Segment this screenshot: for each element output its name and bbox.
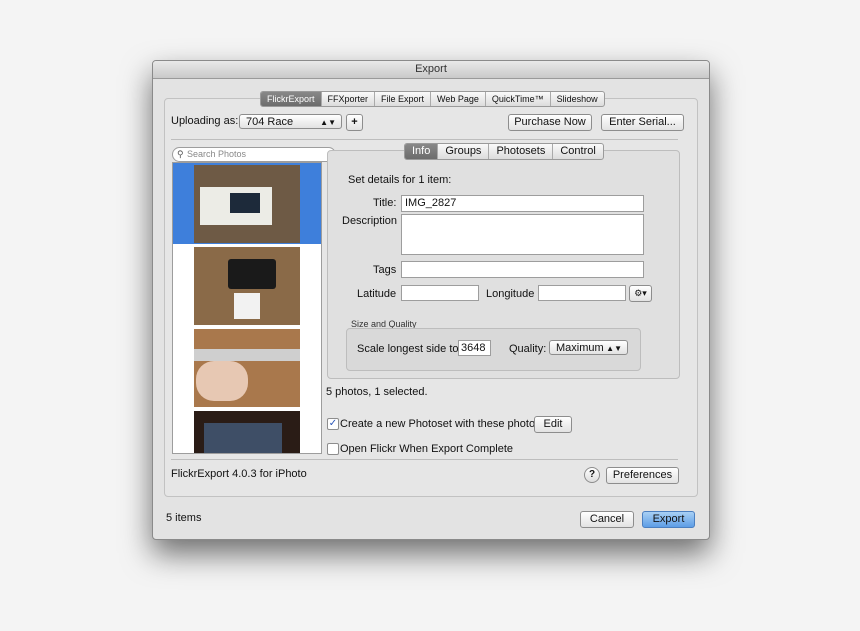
longitude-field[interactable] [538,285,626,301]
hand-image [196,361,248,401]
uploading-as-label: Uploading as: [171,115,239,127]
tablet-image [228,259,276,289]
scale-label: Scale longest side to: [357,343,462,355]
photo-item[interactable] [173,245,321,326]
location-action-button[interactable]: ⚙▾ [629,285,652,302]
popup-arrows-icon: ▲▼ [320,118,336,127]
set-details-heading: Set details for 1 item: [348,174,452,186]
search-icon: ⚲ [177,149,184,159]
popup-arrows-icon: ▲▼ [606,344,622,353]
items-count: 5 items [166,512,202,524]
search-placeholder: Search Photos [187,149,247,159]
tab-flickrexport[interactable]: FlickrExport [261,92,322,106]
edit-photoset-button[interactable]: Edit [534,416,572,433]
tab-web-page[interactable]: Web Page [431,92,486,106]
photo-thumbnail [194,165,300,243]
photo-thumbnail [194,411,300,453]
title-label: Title: [373,197,397,209]
create-photoset-label: Create a new Photoset with these photos [340,418,541,430]
photo-thumbnail [194,329,300,407]
description-label: Description [342,215,398,227]
tab-photosets[interactable]: Photosets [489,144,554,159]
version-label: FlickrExport 4.0.3 for iPhoto [171,468,307,480]
quality-popup[interactable]: Maximum ▲▼ [549,340,628,355]
tab-file-export[interactable]: File Export [375,92,432,106]
help-button[interactable]: ? [584,467,600,483]
selection-status: 5 photos, 1 selected. [326,386,428,398]
photo-item[interactable] [173,327,321,408]
info-tab-bar: Info Groups Photosets Control [404,143,604,160]
purchase-now-button[interactable]: Purchase Now [508,114,592,131]
open-flickr-label: Open Flickr When Export Complete [340,443,514,455]
quality-value: Maximum [556,342,604,354]
account-popup[interactable]: 704 Race ▲▼ [239,114,342,129]
add-account-button[interactable]: + [346,114,363,131]
photo-thumbnail [194,247,300,325]
tab-info[interactable]: Info [405,144,439,159]
header-divider [171,139,678,140]
title-field[interactable]: IMG_2827 [401,195,644,212]
tab-quicktime[interactable]: QuickTime™ [486,92,551,106]
tab-control[interactable]: Control [553,144,602,159]
cancel-button[interactable]: Cancel [580,511,634,528]
gear-icon: ⚙▾ [634,288,647,298]
photo-list[interactable] [172,162,322,454]
card-image [234,293,260,319]
account-value: 704 Race [246,116,294,128]
tab-slideshow[interactable]: Slideshow [551,92,604,106]
tablet-edge-image [194,349,300,361]
export-tab-bar: FlickrExport FFXporter File Export Web P… [260,91,605,107]
quality-label: Quality: [509,343,547,355]
photo-item[interactable] [173,409,321,453]
export-button[interactable]: Export [642,511,695,528]
footer-divider [171,459,678,460]
window-title: Export [153,61,709,79]
open-flickr-checkbox[interactable] [327,443,339,455]
latitude-field[interactable] [401,285,479,301]
tags-field[interactable] [401,261,644,278]
longitude-label: Longitude [486,288,535,300]
search-photos-field[interactable]: ⚲ Search Photos [172,147,336,162]
checkmark-icon: ✓ [328,418,338,429]
tab-ffxporter[interactable]: FFXporter [322,92,376,106]
tab-groups[interactable]: Groups [438,144,490,159]
photo-item-selected[interactable] [173,163,321,244]
description-field[interactable] [401,214,644,255]
screen-image [204,423,282,453]
preferences-button[interactable]: Preferences [606,467,679,484]
latitude-label: Latitude [357,288,397,300]
scale-field[interactable]: 3648 [458,340,491,356]
tablet-image [230,193,260,213]
enter-serial-button[interactable]: Enter Serial... [601,114,684,131]
export-window: Export FlickrExport FFXporter File Expor… [152,60,710,540]
tags-label: Tags [373,264,397,276]
create-photoset-checkbox[interactable]: ✓ [327,418,339,430]
